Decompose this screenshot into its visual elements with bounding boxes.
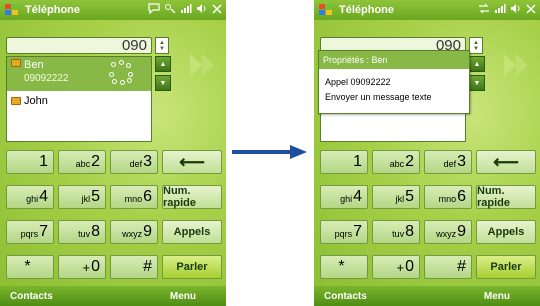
key-3[interactable]: def 3 [424, 150, 472, 174]
chevron-down-icon: ▼ [473, 79, 481, 87]
contacts-softkey[interactable]: Contacts [10, 291, 53, 302]
window-title: Téléphone [25, 4, 81, 16]
key-4[interactable]: ghi 4 [320, 185, 368, 209]
key-1[interactable]: 1 [6, 150, 54, 174]
decorative-arrows-icon [190, 54, 214, 76]
menu-softkey[interactable]: Menu [484, 291, 510, 302]
menu-softkey[interactable]: Menu [170, 291, 196, 302]
key-0[interactable]: +0 [372, 255, 420, 279]
close-icon[interactable] [212, 3, 222, 17]
key-7[interactable]: pqrs 7 [6, 220, 54, 244]
chevron-down-icon: ▼ [473, 45, 479, 52]
chevron-down-icon: ▼ [159, 79, 167, 87]
talk-button[interactable]: Parler [162, 255, 222, 279]
key-5[interactable]: jkl 5 [58, 185, 106, 209]
speed-dial-button[interactable]: Num. rapide [476, 185, 536, 209]
close-icon[interactable] [526, 3, 536, 17]
menu-item-call[interactable]: Appel 09092222 [319, 75, 469, 90]
sync-arrows-icon[interactable] [478, 3, 490, 17]
key-0[interactable]: +0 [58, 255, 106, 279]
key-star[interactable]: * [6, 255, 54, 279]
signal-strength-icon[interactable] [494, 3, 506, 17]
context-menu: Propriétés : Ben Appel 09092222 Envoyer … [318, 50, 470, 114]
key-8[interactable]: tuv 8 [58, 220, 106, 244]
busy-spinner-icon [109, 60, 133, 85]
list-item[interactable]: Ben 09092222 [7, 57, 151, 91]
backspace-button[interactable]: ⟵ [476, 150, 536, 174]
windows-start-icon[interactable] [3, 2, 21, 18]
volume-icon[interactable] [196, 3, 208, 17]
volume-icon[interactable] [510, 3, 522, 17]
signal-strength-icon[interactable] [180, 3, 192, 17]
key-3[interactable]: def 3 [110, 150, 158, 174]
key-9[interactable]: wxyz 9 [424, 220, 472, 244]
connectivity-icon[interactable] [164, 3, 176, 17]
window-title: Téléphone [339, 4, 395, 16]
scroll-down-button[interactable]: ▼ [469, 75, 485, 91]
list-item[interactable]: John [7, 91, 151, 111]
chevron-up-icon: ▲ [159, 60, 167, 68]
scroll-up-button[interactable]: ▲ [469, 56, 485, 72]
list-scroll-buttons: ▲ ▼ [469, 56, 485, 108]
chevron-up-icon: ▲ [473, 60, 481, 68]
title-bar: Téléphone [0, 0, 226, 20]
contacts-softkey[interactable]: Contacts [324, 291, 367, 302]
context-menu-header: Propriétés : Ben [319, 51, 469, 69]
backspace-icon: ⟵ [179, 151, 205, 172]
key-hash[interactable]: # [424, 255, 472, 279]
key-4[interactable]: ghi 4 [6, 185, 54, 209]
menu-item-send-text[interactable]: Envoyer un message texte [319, 90, 469, 105]
speed-dial-button[interactable]: Num. rapide [162, 185, 222, 209]
softkey-bar: Contacts Menu [314, 286, 540, 306]
phone-screen-left: Téléphone 090 ▲ ▼ Ben 09092222 John ▲ ▼ … [0, 0, 226, 306]
key-2[interactable]: abc 2 [372, 150, 420, 174]
list-scroll-buttons: ▲ ▼ [155, 56, 171, 108]
calls-button[interactable]: Appels [162, 220, 222, 244]
message-bubble-icon[interactable] [148, 3, 160, 17]
tutorial-figure: Téléphone 090 ▲ ▼ Ben 09092222 John ▲ ▼ … [0, 0, 540, 306]
key-6[interactable]: mno 6 [424, 185, 472, 209]
key-9[interactable]: wxyz 9 [110, 220, 158, 244]
scroll-up-button[interactable]: ▲ [155, 56, 171, 72]
backspace-button[interactable]: ⟵ [162, 150, 222, 174]
status-icons [478, 3, 536, 17]
key-2[interactable]: abc 2 [58, 150, 106, 174]
phone-screen-right: Téléphone 090 ▲ ▼ ▲ ▼ Propriétés: Ben A… [314, 0, 540, 306]
key-star[interactable]: * [320, 255, 368, 279]
key-7[interactable]: pqrs 7 [320, 220, 368, 244]
scroll-updown-button[interactable]: ▲ ▼ [155, 37, 169, 54]
decorative-arrows-icon [504, 54, 528, 76]
talk-button[interactable]: Parler [476, 255, 536, 279]
key-hash[interactable]: # [110, 255, 158, 279]
key-5[interactable]: jkl 5 [372, 185, 420, 209]
dialed-number-field[interactable]: 090 [6, 37, 152, 54]
transition-arrow-icon [232, 145, 307, 159]
status-icons [148, 3, 222, 17]
contact-number: 09092222 [24, 73, 69, 84]
key-1[interactable]: 1 [320, 150, 368, 174]
scroll-updown-button[interactable]: ▲ ▼ [469, 37, 483, 54]
key-6[interactable]: mno 6 [110, 185, 158, 209]
chevron-down-icon: ▼ [159, 45, 165, 52]
calls-button[interactable]: Appels [476, 220, 536, 244]
scroll-down-button[interactable]: ▼ [155, 75, 171, 91]
contact-card-icon [11, 97, 21, 105]
key-8[interactable]: tuv 8 [372, 220, 420, 244]
contact-name: Ben [24, 59, 44, 71]
contact-card-icon [11, 59, 21, 67]
windows-start-icon[interactable] [317, 2, 335, 18]
softkey-bar: Contacts Menu [0, 286, 226, 306]
backspace-icon: ⟵ [493, 151, 519, 172]
contact-suggestion-list[interactable]: Ben 09092222 John [6, 56, 152, 142]
contact-name: John [24, 95, 48, 107]
title-bar: Téléphone [314, 0, 540, 20]
